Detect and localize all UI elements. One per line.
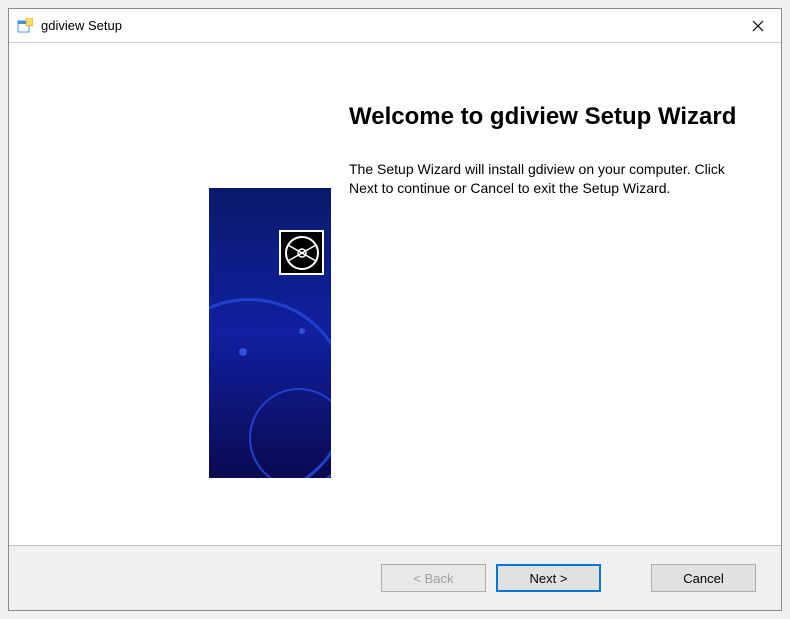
wizard-banner — [209, 188, 331, 478]
next-button[interactable]: Next > — [496, 564, 601, 592]
titlebar: gdiview Setup — [9, 9, 781, 43]
cancel-button[interactable]: Cancel — [651, 564, 756, 592]
setup-wizard-window: gdiview Setup — [8, 8, 782, 611]
close-icon — [752, 20, 764, 32]
main-area: Welcome to gdiview Setup Wizard The Setu… — [9, 43, 781, 545]
wizard-body-text: The Setup Wizard will install gdiview on… — [349, 160, 741, 199]
window-title: gdiview Setup — [41, 18, 122, 33]
wizard-heading: Welcome to gdiview Setup Wizard — [349, 103, 741, 132]
back-button: < Back — [381, 564, 486, 592]
button-bar: < Back Next > Cancel — [9, 545, 781, 610]
wizard-content: Welcome to gdiview Setup Wizard The Setu… — [9, 43, 781, 610]
close-button[interactable] — [735, 9, 781, 42]
installer-icon — [17, 18, 33, 34]
banner-disc-icon — [279, 230, 324, 275]
